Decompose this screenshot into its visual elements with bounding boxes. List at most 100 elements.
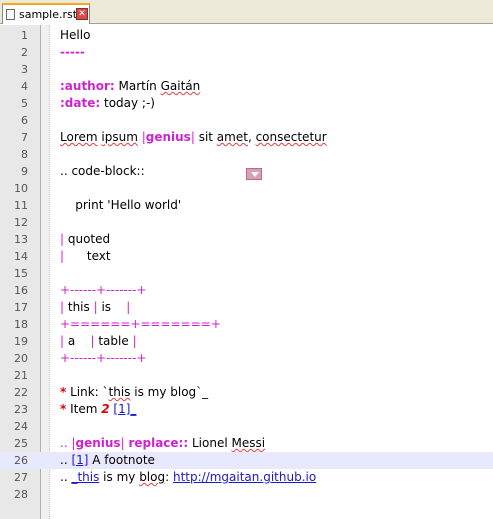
line-text: +------+-------+ xyxy=(60,282,146,299)
token: a xyxy=(64,334,91,348)
line-number: 6 xyxy=(21,114,28,127)
line-text: | a | table | xyxy=(60,333,137,350)
token: genius xyxy=(145,130,191,144)
token[interactable]: http://mgaitan.github.io xyxy=(173,470,316,484)
line-number: 16 xyxy=(14,284,28,297)
line-number: 22 xyxy=(14,386,28,399)
token: Lorem xyxy=(60,130,98,144)
line-text: +======+=======+ xyxy=(60,316,221,333)
code-line[interactable]: 21 xyxy=(0,367,493,384)
token: ipsum xyxy=(101,130,138,144)
line-text: | text xyxy=(60,248,111,265)
line-number: 11 xyxy=(14,199,28,212)
token: Item xyxy=(66,402,102,416)
code-line[interactable]: 22 * Link: `this is my blog`_ xyxy=(0,384,493,401)
token: Gaitán xyxy=(160,79,201,93)
line-text: ----- xyxy=(60,44,85,61)
token: :author: xyxy=(60,79,115,93)
line-number: 17 xyxy=(14,301,28,314)
autocomplete-dropdown-icon[interactable] xyxy=(246,168,262,180)
token: +======+=======+ xyxy=(60,317,221,331)
token: +------+-------+ xyxy=(60,351,147,365)
token[interactable]: [1]_ xyxy=(113,402,136,416)
line-number: 4 xyxy=(21,80,28,93)
code-line[interactable]: 17 | this | is | xyxy=(0,299,493,316)
tab-sample-rst[interactable]: sample.rst ✕ xyxy=(2,3,90,24)
code-line[interactable]: 27.. _this is my blog: http://mgaitan.gi… xyxy=(0,469,493,486)
token: .. code-block:: xyxy=(60,164,145,178)
token: blog xyxy=(139,470,166,484)
line-number: 28 xyxy=(14,488,28,501)
code-line[interactable]: 5 :date: today ;-) xyxy=(0,95,493,112)
token: | xyxy=(132,334,137,348)
line-text: :date: today ;-) xyxy=(60,95,155,112)
line-number: 19 xyxy=(14,335,28,348)
line-number: 3 xyxy=(21,63,28,76)
line-number: 26 xyxy=(14,454,28,467)
code-line[interactable]: 16 +------+-------+ xyxy=(0,282,493,299)
code-line[interactable]: 2 ----- xyxy=(0,44,493,61)
token: .. xyxy=(60,453,72,467)
code-line[interactable]: 8 xyxy=(0,146,493,163)
code-line[interactable]: 14 | text xyxy=(0,248,493,265)
code-line[interactable]: 18 +======+=======+ xyxy=(0,316,493,333)
code-line[interactable]: 25 .. |genius| replace:: Lionel Messi xyxy=(0,435,493,452)
token: : xyxy=(165,470,173,484)
token: +------+-------+ xyxy=(60,283,147,297)
token: is my blog`_ xyxy=(130,385,209,399)
token: this xyxy=(64,300,94,314)
code-line[interactable]: 24 xyxy=(0,418,493,435)
token[interactable]: _this xyxy=(71,470,99,484)
token: ----- xyxy=(60,45,85,59)
code-line[interactable]: 4 :author: Martín Gaitán xyxy=(0,78,493,95)
token: Lionel xyxy=(188,436,232,450)
token: , xyxy=(247,130,256,144)
token: replace:: xyxy=(128,436,189,450)
line-number: 9 xyxy=(21,165,28,178)
line-number: 1 xyxy=(21,29,28,42)
line-number: 12 xyxy=(14,216,28,229)
line-number: 8 xyxy=(21,148,28,161)
code-line[interactable]: 11 print 'Hello world' xyxy=(0,197,493,214)
line-number: 5 xyxy=(21,97,28,110)
token[interactable]: [1] xyxy=(71,453,88,467)
code-line[interactable]: 19 | a | table | xyxy=(0,333,493,350)
token: quoted xyxy=(64,232,111,246)
code-line[interactable]: 26.. [1] A footnote xyxy=(0,452,493,469)
editor[interactable]: 1 Hello 2 ----- 3 4 :author: Martín Gaitán 5 :da… xyxy=(0,25,493,519)
line-text: +------+-------+ xyxy=(60,350,146,367)
line-number: 14 xyxy=(14,250,28,263)
token: | xyxy=(126,300,131,314)
token: is xyxy=(97,300,127,314)
code-line[interactable]: 12 xyxy=(0,214,493,231)
line-number: 27 xyxy=(14,471,28,484)
line-text: Hello xyxy=(60,27,90,44)
line-text: | this | is | xyxy=(60,299,130,316)
token: .. | xyxy=(60,436,76,450)
code-line[interactable]: 6 xyxy=(0,112,493,129)
token: text xyxy=(64,249,111,263)
code-line[interactable]: 23 * Item 2 [1]_ xyxy=(0,401,493,418)
token: :date: xyxy=(60,96,101,110)
line-number: 2 xyxy=(21,46,28,59)
token: print 'Hello world' xyxy=(60,198,182,212)
close-tab-icon[interactable]: ✕ xyxy=(76,8,88,20)
token: genius xyxy=(75,436,121,450)
line-number: 25 xyxy=(14,437,28,450)
code-line[interactable]: 7 Lorem ipsum |genius| sit amet, consecte… xyxy=(0,129,493,146)
code-line[interactable]: 13 | quoted xyxy=(0,231,493,248)
code-line[interactable]: 3 xyxy=(0,61,493,78)
line-text: print 'Hello world' xyxy=(60,197,181,214)
line-text: .. |genius| replace:: Lionel Messi xyxy=(60,435,265,452)
tab-bar: sample.rst ✕ xyxy=(0,0,493,24)
token: Hello xyxy=(60,28,91,42)
code-line[interactable]: 15 xyxy=(0,265,493,282)
token: amet xyxy=(216,130,248,144)
code-line[interactable]: 28 xyxy=(0,486,493,503)
code-line[interactable]: 1 Hello xyxy=(0,27,493,44)
line-text: :author: Martín Gaitán xyxy=(60,78,200,95)
code-line[interactable]: 20 +------+-------+ xyxy=(0,350,493,367)
token: Messi xyxy=(231,436,266,450)
code-line[interactable]: 10 xyxy=(0,180,493,197)
line-text: * Link: `this is my blog`_ xyxy=(60,384,208,401)
